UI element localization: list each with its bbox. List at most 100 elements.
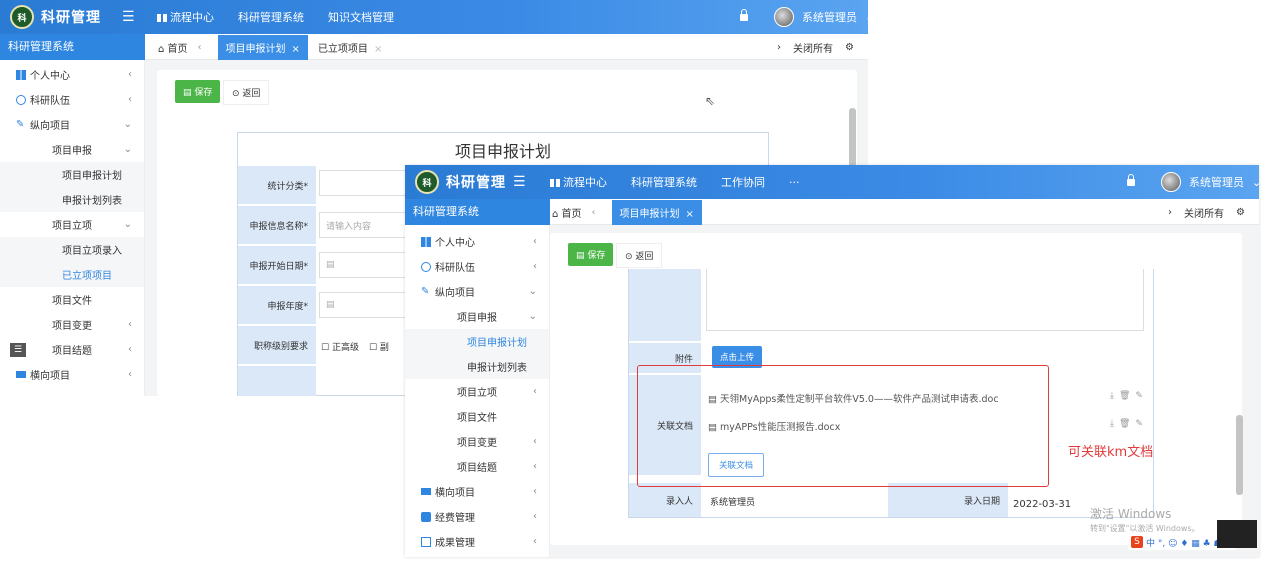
tab-project-plan[interactable]: 项目申报计划 × xyxy=(611,199,702,225)
sidebar-item-plan-list[interactable]: 申报计划列表 xyxy=(0,187,144,212)
nav-research-system[interactable]: 科研管理系统 xyxy=(238,9,304,25)
grid-icon xyxy=(157,14,167,22)
sidebar-item-application[interactable]: 项目申报 ⌄ xyxy=(405,304,549,329)
nav-research-system[interactable]: 科研管理系统 xyxy=(631,174,697,190)
field-label: 申报开始日期* xyxy=(238,246,316,284)
title-options: ☐ 正高级 ☐ 副 xyxy=(321,340,389,353)
sidebar-item-change[interactable]: 项目变更 ‹ xyxy=(405,429,549,454)
back-button[interactable]: ⊙ 返回 xyxy=(616,243,663,268)
tab-approved-projects[interactable]: 已立项项目 × xyxy=(318,40,382,55)
chart-icon xyxy=(16,371,26,378)
nav-collaboration[interactable]: 工作协同 xyxy=(721,174,765,190)
sidebar-item-closure[interactable]: 项目结题 ‹ xyxy=(405,454,549,479)
grid-icon xyxy=(16,69,26,80)
doc-icon xyxy=(421,536,431,547)
tab-project-plan[interactable]: 项目申报计划 × xyxy=(217,34,308,60)
field-label: 申报信息名称* xyxy=(238,206,316,244)
sidebar-item-approval-entry[interactable]: 项目立项录入 xyxy=(0,237,144,262)
sidebar-item-personal[interactable]: 个人中心 ‹ xyxy=(0,62,144,87)
doc-actions[interactable]: ⤓🗑✎ xyxy=(1110,419,1148,429)
sidebar-item-approval[interactable]: 项目立项 ⌄ xyxy=(0,212,144,237)
user-menu[interactable]: 系统管理员 ⌄ xyxy=(1127,165,1259,199)
close-icon[interactable]: × xyxy=(686,209,694,220)
sidebar-item-results[interactable]: 成果管理 ‹ xyxy=(405,529,549,554)
scrollbar[interactable] xyxy=(849,108,856,172)
sidebar-item-vertical[interactable]: ✎ 纵向项目 ⌄ xyxy=(0,112,144,137)
chevron-down-icon[interactable]: ⌄ xyxy=(865,11,868,24)
field-label xyxy=(629,269,701,341)
ime-logo-icon[interactable]: S xyxy=(1131,536,1143,548)
top-navbar: 科 科研管理 ☰ 流程中心 科研管理系统 知识文档管理 系统管理员 ⌄ xyxy=(0,0,868,34)
description-textarea[interactable] xyxy=(706,269,1144,331)
top-nav: 流程中心 科研管理系统 知识文档管理 xyxy=(157,0,394,34)
sidebar-item-team[interactable]: 科研队伍 ‹ xyxy=(0,87,144,112)
year-input[interactable]: ▤ xyxy=(319,292,419,318)
close-all-button[interactable]: 关闭所有 xyxy=(793,40,833,55)
sidebar-item-plan[interactable]: 项目申报计划 xyxy=(405,329,549,354)
collapse-icon[interactable]: ☰ xyxy=(10,342,26,357)
close-icon[interactable]: × xyxy=(374,44,382,55)
tab-actions: › 关闭所有 ⚙ xyxy=(777,34,854,60)
option-senior[interactable]: ☐ 正高级 xyxy=(321,340,359,353)
sidebar-item-approval[interactable]: 项目立项 ‹ xyxy=(405,379,549,404)
brand-title: 科研管理 xyxy=(41,10,101,26)
doc-actions[interactable]: ⤓🗑✎ xyxy=(1110,391,1148,401)
menu-toggle-icon[interactable]: ☰ xyxy=(122,9,135,25)
sidebar-item-horizontal[interactable]: 横向项目 ‹ xyxy=(0,362,144,387)
option-deputy[interactable]: ☐ 副 xyxy=(369,340,389,353)
form-title: 项目申报计划 xyxy=(454,142,551,161)
close-icon[interactable]: × xyxy=(292,44,300,55)
home-icon: ⌂ xyxy=(552,208,559,220)
tab-next-icon[interactable]: › xyxy=(777,42,781,53)
avatar[interactable] xyxy=(1161,172,1181,192)
user-name[interactable]: 系统管理员 xyxy=(1189,174,1244,190)
tab-home[interactable]: ⌂ 首页 xyxy=(552,205,582,220)
sidebar-item-files[interactable]: 项目文件 xyxy=(405,404,549,429)
save-button[interactable]: ▤ 保存 xyxy=(175,80,221,103)
avatar[interactable] xyxy=(774,7,794,27)
entered-by-label: 录入人 xyxy=(629,483,701,517)
sidebar-item-funds[interactable]: 经费管理 ‹ xyxy=(405,504,549,529)
sidebar-item-vertical[interactable]: ✎ 纵向项目 ⌄ xyxy=(405,279,549,304)
scrollbar[interactable] xyxy=(1236,415,1243,495)
user-menu[interactable]: 系统管理员 ⌄ xyxy=(740,0,868,34)
save-button[interactable]: ▤ 保存 xyxy=(568,243,614,266)
sidebar-item-horizontal[interactable]: 横向项目 ‹ xyxy=(405,479,549,504)
grid-icon xyxy=(421,236,431,247)
more-icon[interactable]: ··· xyxy=(789,176,800,189)
calendar-icon: ▤ xyxy=(326,300,335,310)
menu-toggle-icon[interactable]: ☰ xyxy=(513,174,526,190)
sidebar-item-personal[interactable]: 个人中心 ‹ xyxy=(405,229,549,254)
tab-prev-icon[interactable]: ‹ xyxy=(592,207,596,218)
tab-prev-icon[interactable]: ‹ xyxy=(198,42,202,53)
nav-knowledge-docs[interactable]: 知识文档管理 xyxy=(328,9,394,25)
start-date-input[interactable]: ▤ xyxy=(319,252,419,278)
sidebar-item-plan-list[interactable]: 申报计划列表 xyxy=(405,354,549,379)
tab-next-icon[interactable]: › xyxy=(1168,207,1172,218)
sidebar-item-closure[interactable]: ☰ 项目结题 ‹ xyxy=(0,337,144,362)
category-input[interactable] xyxy=(319,170,419,196)
sidebar-item-plan[interactable]: 项目申报计划 xyxy=(0,162,144,187)
close-all-button[interactable]: 关闭所有 xyxy=(1184,205,1224,220)
tab-home[interactable]: ⌂ 首页 xyxy=(158,40,188,55)
team-icon xyxy=(421,261,431,272)
sidebar-item-change[interactable]: 项目变更 ‹ xyxy=(0,312,144,337)
lock-icon[interactable] xyxy=(1127,173,1135,186)
thumbnail xyxy=(1217,520,1257,548)
nav-process-center[interactable]: 流程中心 xyxy=(550,174,607,190)
sidebar-item-application[interactable]: 项目申报 ⌄ xyxy=(0,137,144,162)
sidebar-item-team[interactable]: 科研队伍 ‹ xyxy=(405,254,549,279)
sidebar-item-approved[interactable]: 已立项项目 xyxy=(0,262,144,287)
gear-icon[interactable]: ⚙ xyxy=(845,42,854,53)
lock-icon[interactable] xyxy=(740,8,748,21)
entry-date-label: 录入日期 xyxy=(888,483,1008,517)
back-button[interactable]: ⊙ 返回 xyxy=(223,80,270,105)
chevron-down-icon[interactable]: ⌄ xyxy=(1252,176,1259,189)
user-name[interactable]: 系统管理员 xyxy=(802,9,857,25)
name-input[interactable]: 请输入内容 xyxy=(319,212,419,238)
tab-actions: › 关闭所有 ⚙ xyxy=(1168,199,1245,225)
nav-process-center[interactable]: 流程中心 xyxy=(157,9,214,25)
gear-icon[interactable]: ⚙ xyxy=(1236,207,1245,218)
field-label xyxy=(238,366,316,396)
sidebar-item-files[interactable]: 项目文件 xyxy=(0,287,144,312)
